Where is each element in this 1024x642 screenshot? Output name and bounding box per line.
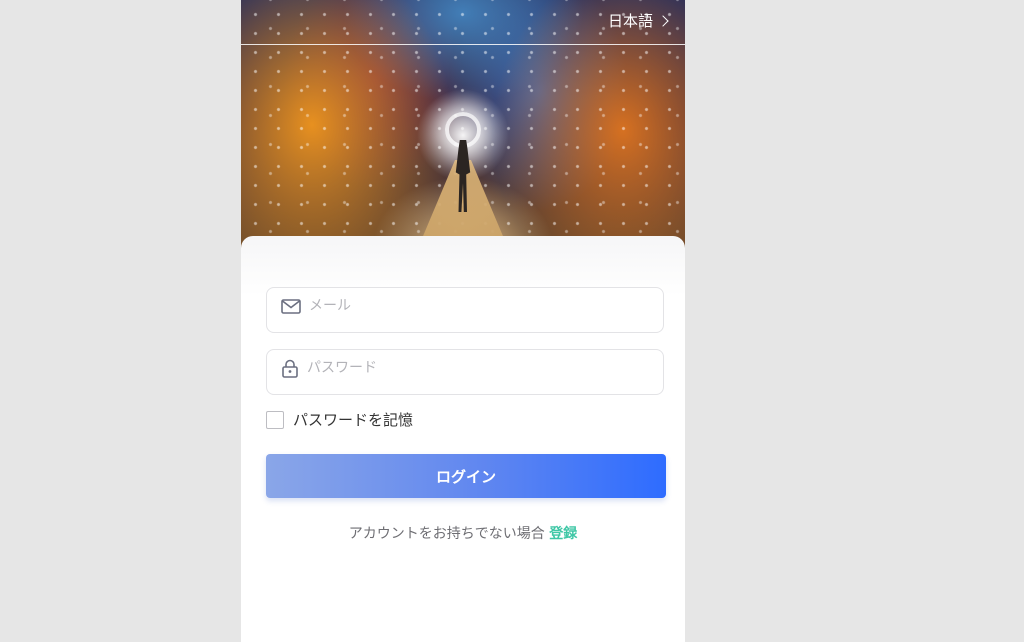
language-label: 日本語	[607, 12, 653, 30]
chevron-right-icon	[657, 15, 669, 27]
remember-checkbox[interactable]	[266, 410, 284, 429]
email-field[interactable]	[266, 287, 664, 333]
language-selector[interactable]: 日本語	[607, 10, 669, 31]
remember-password: パスワードを記憶	[266, 409, 413, 430]
lock-icon	[282, 359, 298, 378]
login-card: パスワードを記憶 ログイン アカウントをお持ちでない場合 登録	[241, 236, 685, 642]
password-input[interactable]	[305, 359, 629, 377]
header-divider	[241, 44, 685, 45]
password-field[interactable]	[266, 349, 664, 395]
login-screen: 日本語 パスワードを記憶 ログイン アカウントをお持ちでない場合	[241, 0, 685, 642]
login-button[interactable]: ログイン	[266, 454, 666, 498]
email-input[interactable]	[307, 297, 631, 315]
envelope-icon	[281, 298, 301, 314]
signup-link[interactable]: 登録	[549, 526, 577, 542]
signup-prompt: アカウントをお持ちでない場合 登録	[241, 523, 685, 543]
hero-banner-image: 日本語	[241, 0, 685, 260]
remember-label: パスワードを記憶	[293, 411, 414, 429]
signup-prompt-text: アカウントをお持ちでない場合	[348, 526, 545, 542]
